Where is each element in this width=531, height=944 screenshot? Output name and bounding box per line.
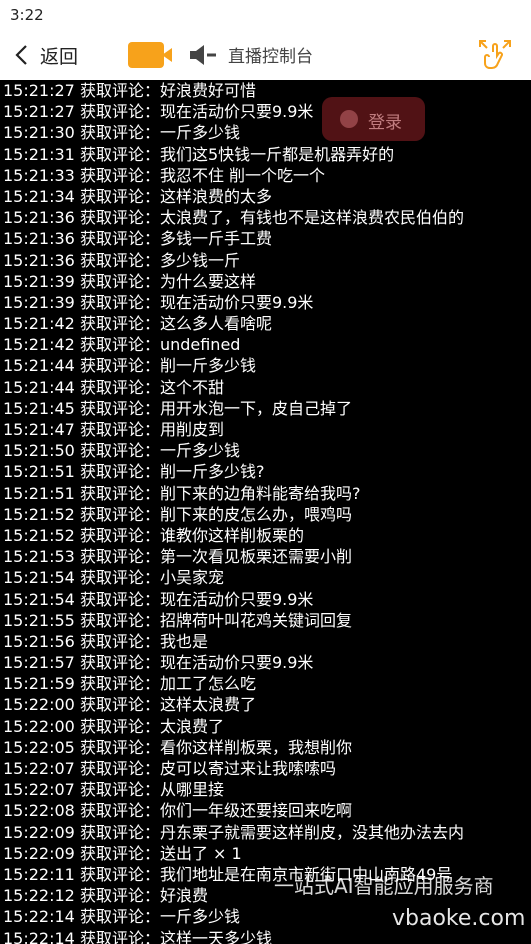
log-line: 15:21:36 获取评论：太浪费了，有钱也不是这样浪费农民伯伯的 xyxy=(3,208,464,228)
log-line: 15:21:57 获取评论：现在活动价只要9.9米 xyxy=(3,653,314,673)
log-line: 15:21:42 获取评论：undefined xyxy=(3,335,241,355)
status-bar: 3:22 xyxy=(0,0,531,30)
log-line: 15:21:53 获取评论：第一次看见板栗还需要小削 xyxy=(3,547,352,567)
log-line: 15:21:51 获取评论：削下来的边角料能寄给我吗? xyxy=(3,483,361,503)
log-line: 15:21:54 获取评论：现在活动价只要9.9米 xyxy=(3,589,314,609)
log-line: 15:21:31 获取评论：我们这5快钱一斤都是机器弄好的 xyxy=(3,144,395,164)
avatar-icon xyxy=(340,110,358,128)
log-line: 15:21:27 获取评论：好浪费好可惜 xyxy=(3,81,256,100)
background-login-button: 登录 xyxy=(322,97,425,141)
log-line: 15:22:09 获取评论：送出了 × 1 xyxy=(3,843,242,863)
log-line: 15:21:51 获取评论：削一斤多少钱? xyxy=(3,462,265,482)
log-line: 15:21:34 获取评论：这样浪费的太多 xyxy=(3,186,272,206)
status-time: 3:22 xyxy=(10,6,44,24)
gesture-hand-icon[interactable] xyxy=(477,38,513,74)
log-line: 15:21:52 获取评论：谁教你这样削板栗的 xyxy=(3,525,304,545)
log-line: 15:21:44 获取评论：这个不甜 xyxy=(3,377,224,397)
log-line: 15:21:30 获取评论：一斤多少钱 xyxy=(3,123,240,143)
log-line: 15:21:27 获取评论：现在活动价只要9.9米 xyxy=(3,102,314,122)
log-line: 15:21:59 获取评论：加工了怎么吃 xyxy=(3,674,256,694)
log-line: 15:22:08 获取评论：你们一年级还要接回来吃啊 xyxy=(3,801,352,821)
log-line: 15:21:47 获取评论：用削皮到 xyxy=(3,420,224,439)
watermark-text: 一站式AI智能应用服务商 xyxy=(274,874,494,898)
log-line: 15:22:00 获取评论：太浪费了 xyxy=(3,716,224,736)
login-label: 登录 xyxy=(368,113,402,133)
log-line: 15:22:09 获取评论：丹东栗子就需要这样削皮，没其他办法去内 xyxy=(3,822,464,842)
log-line: 15:21:39 获取评论：为什么要这样 xyxy=(3,271,256,291)
page-title: 直播控制台 xyxy=(228,47,313,67)
log-line: 15:22:05 获取评论：看你这样削板栗，我想削你 xyxy=(3,737,352,757)
log-line: 15:22:07 获取评论：皮可以寄过来让我嗦嗦吗 xyxy=(3,759,336,778)
log-line: 15:21:42 获取评论：这么多人看啥呢 xyxy=(3,314,272,334)
log-line: 15:21:55 获取评论：招牌荷叶叫花鸡关键词回复 xyxy=(3,610,352,630)
log-line: 15:21:54 获取评论：小吴家宠 xyxy=(3,568,224,588)
video-camera-icon[interactable] xyxy=(128,42,172,68)
broadcast-icon xyxy=(190,45,216,65)
log-line: 15:21:50 获取评论：一斤多少钱 xyxy=(3,441,240,461)
back-button[interactable]: 返回 xyxy=(14,40,78,70)
toolbar: 返回 直播控制台 xyxy=(0,30,531,80)
comment-log[interactable]: 15:21:27 获取评论：好浪费好可惜 15:21:27 获取评论：现在活动价只… xyxy=(0,80,531,944)
log-line: 15:21:33 获取评论：我忍不住 削一个吃一个 xyxy=(3,165,326,185)
log-line: 15:21:44 获取评论：削一斤多少钱 xyxy=(3,356,256,376)
log-line: 15:21:36 获取评论：多少钱一斤 xyxy=(3,250,240,270)
log-line: 15:21:36 获取评论：多钱一斤手工费 xyxy=(3,229,272,249)
log-line: 15:21:56 获取评论：我也是 xyxy=(3,631,208,651)
log-line: 15:21:52 获取评论：削下来的皮怎么办，喂鸡吗 xyxy=(3,504,352,524)
watermark-url: vbaoke.com xyxy=(392,906,526,931)
chevron-left-icon xyxy=(15,45,27,65)
log-line: 15:21:39 获取评论：现在活动价只要9.9米 xyxy=(3,292,314,312)
log-line: 15:21:45 获取评论：用开水泡一下，皮自己掉了 xyxy=(3,398,352,418)
back-label: 返回 xyxy=(40,45,79,68)
log-line: 15:22:00 获取评论：这样太浪费了 xyxy=(3,695,256,715)
log-line: 15:22:07 获取评论：从哪里接 xyxy=(3,780,224,800)
